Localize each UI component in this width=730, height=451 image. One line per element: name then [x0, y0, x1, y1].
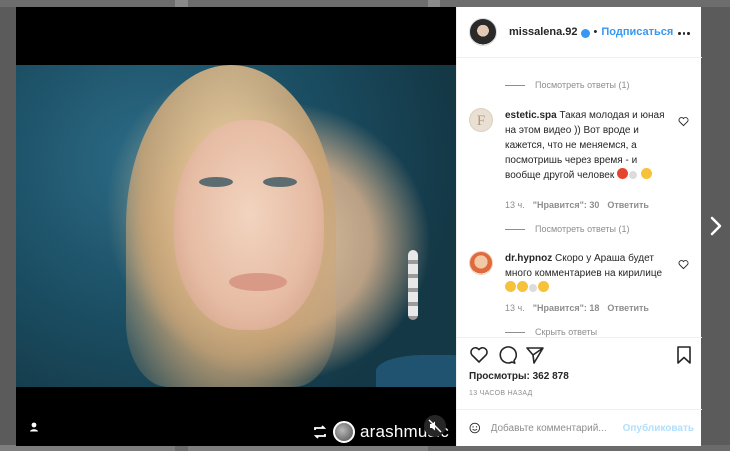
author-avatar[interactable] — [469, 18, 497, 46]
commenter-avatar[interactable] — [469, 251, 493, 275]
emoji-icon — [505, 281, 516, 292]
emoji-icon — [538, 281, 549, 292]
comment-time: 13 ч. — [505, 303, 525, 313]
commenter-username[interactable]: estetic.spa — [505, 110, 557, 121]
heart-icon[interactable] — [678, 259, 689, 270]
view-replies-toggle[interactable]: Посмотреть ответы (1) — [505, 224, 630, 234]
views-number: 362 878 — [532, 371, 569, 382]
user-tag-icon[interactable] — [26, 419, 42, 435]
watermark-avatar — [333, 421, 355, 443]
add-comment-bar: Опубликовать — [469, 417, 694, 439]
heart-icon[interactable] — [469, 345, 489, 365]
comment-likes[interactable]: "Нравится": 18 — [533, 303, 600, 313]
comment-likes[interactable]: "Нравится": 30 — [533, 200, 600, 210]
bookmark-icon[interactable] — [674, 345, 694, 365]
comment-meta: 13 ч. "Нравится": 18 Ответить — [505, 303, 649, 313]
chevron-right-icon[interactable] — [707, 214, 725, 238]
emoji-icon — [529, 284, 537, 292]
comment-body: dr.hypnoz Скоро у Араша будет много комм… — [505, 251, 665, 296]
smiley-icon[interactable] — [469, 419, 481, 437]
emoji-icon — [629, 171, 638, 179]
post-timestamp[interactable]: 13 ЧАСОВ НАЗАД — [469, 390, 533, 397]
views-count[interactable]: Просмотры: 362 878 — [469, 371, 569, 382]
video-eye-shape — [199, 177, 233, 187]
heart-icon[interactable] — [678, 116, 689, 127]
post-modal: arashmusic missalena.92 • Подписаться По… — [16, 7, 702, 446]
follow-button[interactable]: Подписаться — [601, 26, 673, 38]
video-shoulder-shape — [376, 355, 456, 387]
post-actions — [469, 345, 694, 367]
hide-replies-toggle[interactable]: Скрыть ответы — [505, 327, 597, 337]
view-replies-toggle[interactable]: Посмотреть ответы (1) — [505, 80, 630, 90]
background-thumbnail — [440, 0, 730, 7]
comment-input[interactable] — [490, 422, 623, 434]
commenter-username[interactable]: dr.hypnoz — [505, 253, 552, 264]
comment-body: estetic.spa Такая молодая и юная на этом… — [505, 108, 665, 183]
header-separator: • — [593, 26, 598, 38]
video-lips-shape — [229, 273, 287, 291]
background-thumbnail — [0, 0, 175, 7]
background-thumbnail — [188, 0, 428, 7]
post-media[interactable]: arashmusic — [16, 7, 456, 446]
commenter-avatar[interactable]: F — [469, 108, 493, 132]
video-earring-shape — [408, 250, 418, 320]
post-header: missalena.92 • Подписаться — [457, 7, 702, 58]
emoji-icon — [640, 168, 652, 179]
comment-icon[interactable] — [497, 345, 517, 365]
mute-button[interactable] — [424, 415, 446, 437]
video-frame[interactable] — [16, 65, 456, 387]
comments-list[interactable]: Посмотреть ответы (1) F estetic.spa Така… — [457, 58, 702, 337]
share-icon[interactable] — [525, 345, 545, 365]
more-dots-icon[interactable] — [678, 27, 691, 39]
views-label: Просмотры: — [469, 371, 530, 382]
divider — [457, 337, 702, 338]
video-face-shape — [174, 120, 324, 330]
comment-time: 13 ч. — [505, 200, 525, 210]
comment-meta: 13 ч. "Нравится": 30 Ответить — [505, 200, 649, 210]
reply-button[interactable]: Ответить — [607, 303, 649, 313]
publish-button[interactable]: Опубликовать — [623, 423, 694, 434]
speaker-muted-icon — [428, 419, 442, 433]
emoji-icon — [517, 281, 528, 292]
repost-icon — [313, 425, 327, 439]
background-grid-top — [0, 0, 730, 7]
verified-badge-icon — [580, 28, 590, 38]
author-username[interactable]: missalena.92 — [509, 26, 578, 38]
video-eye-shape — [263, 177, 297, 187]
emoji-icon — [617, 168, 629, 179]
divider — [457, 409, 702, 410]
reply-button[interactable]: Ответить — [607, 200, 649, 210]
post-side-panel: missalena.92 • Подписаться Посмотреть от… — [456, 7, 702, 446]
